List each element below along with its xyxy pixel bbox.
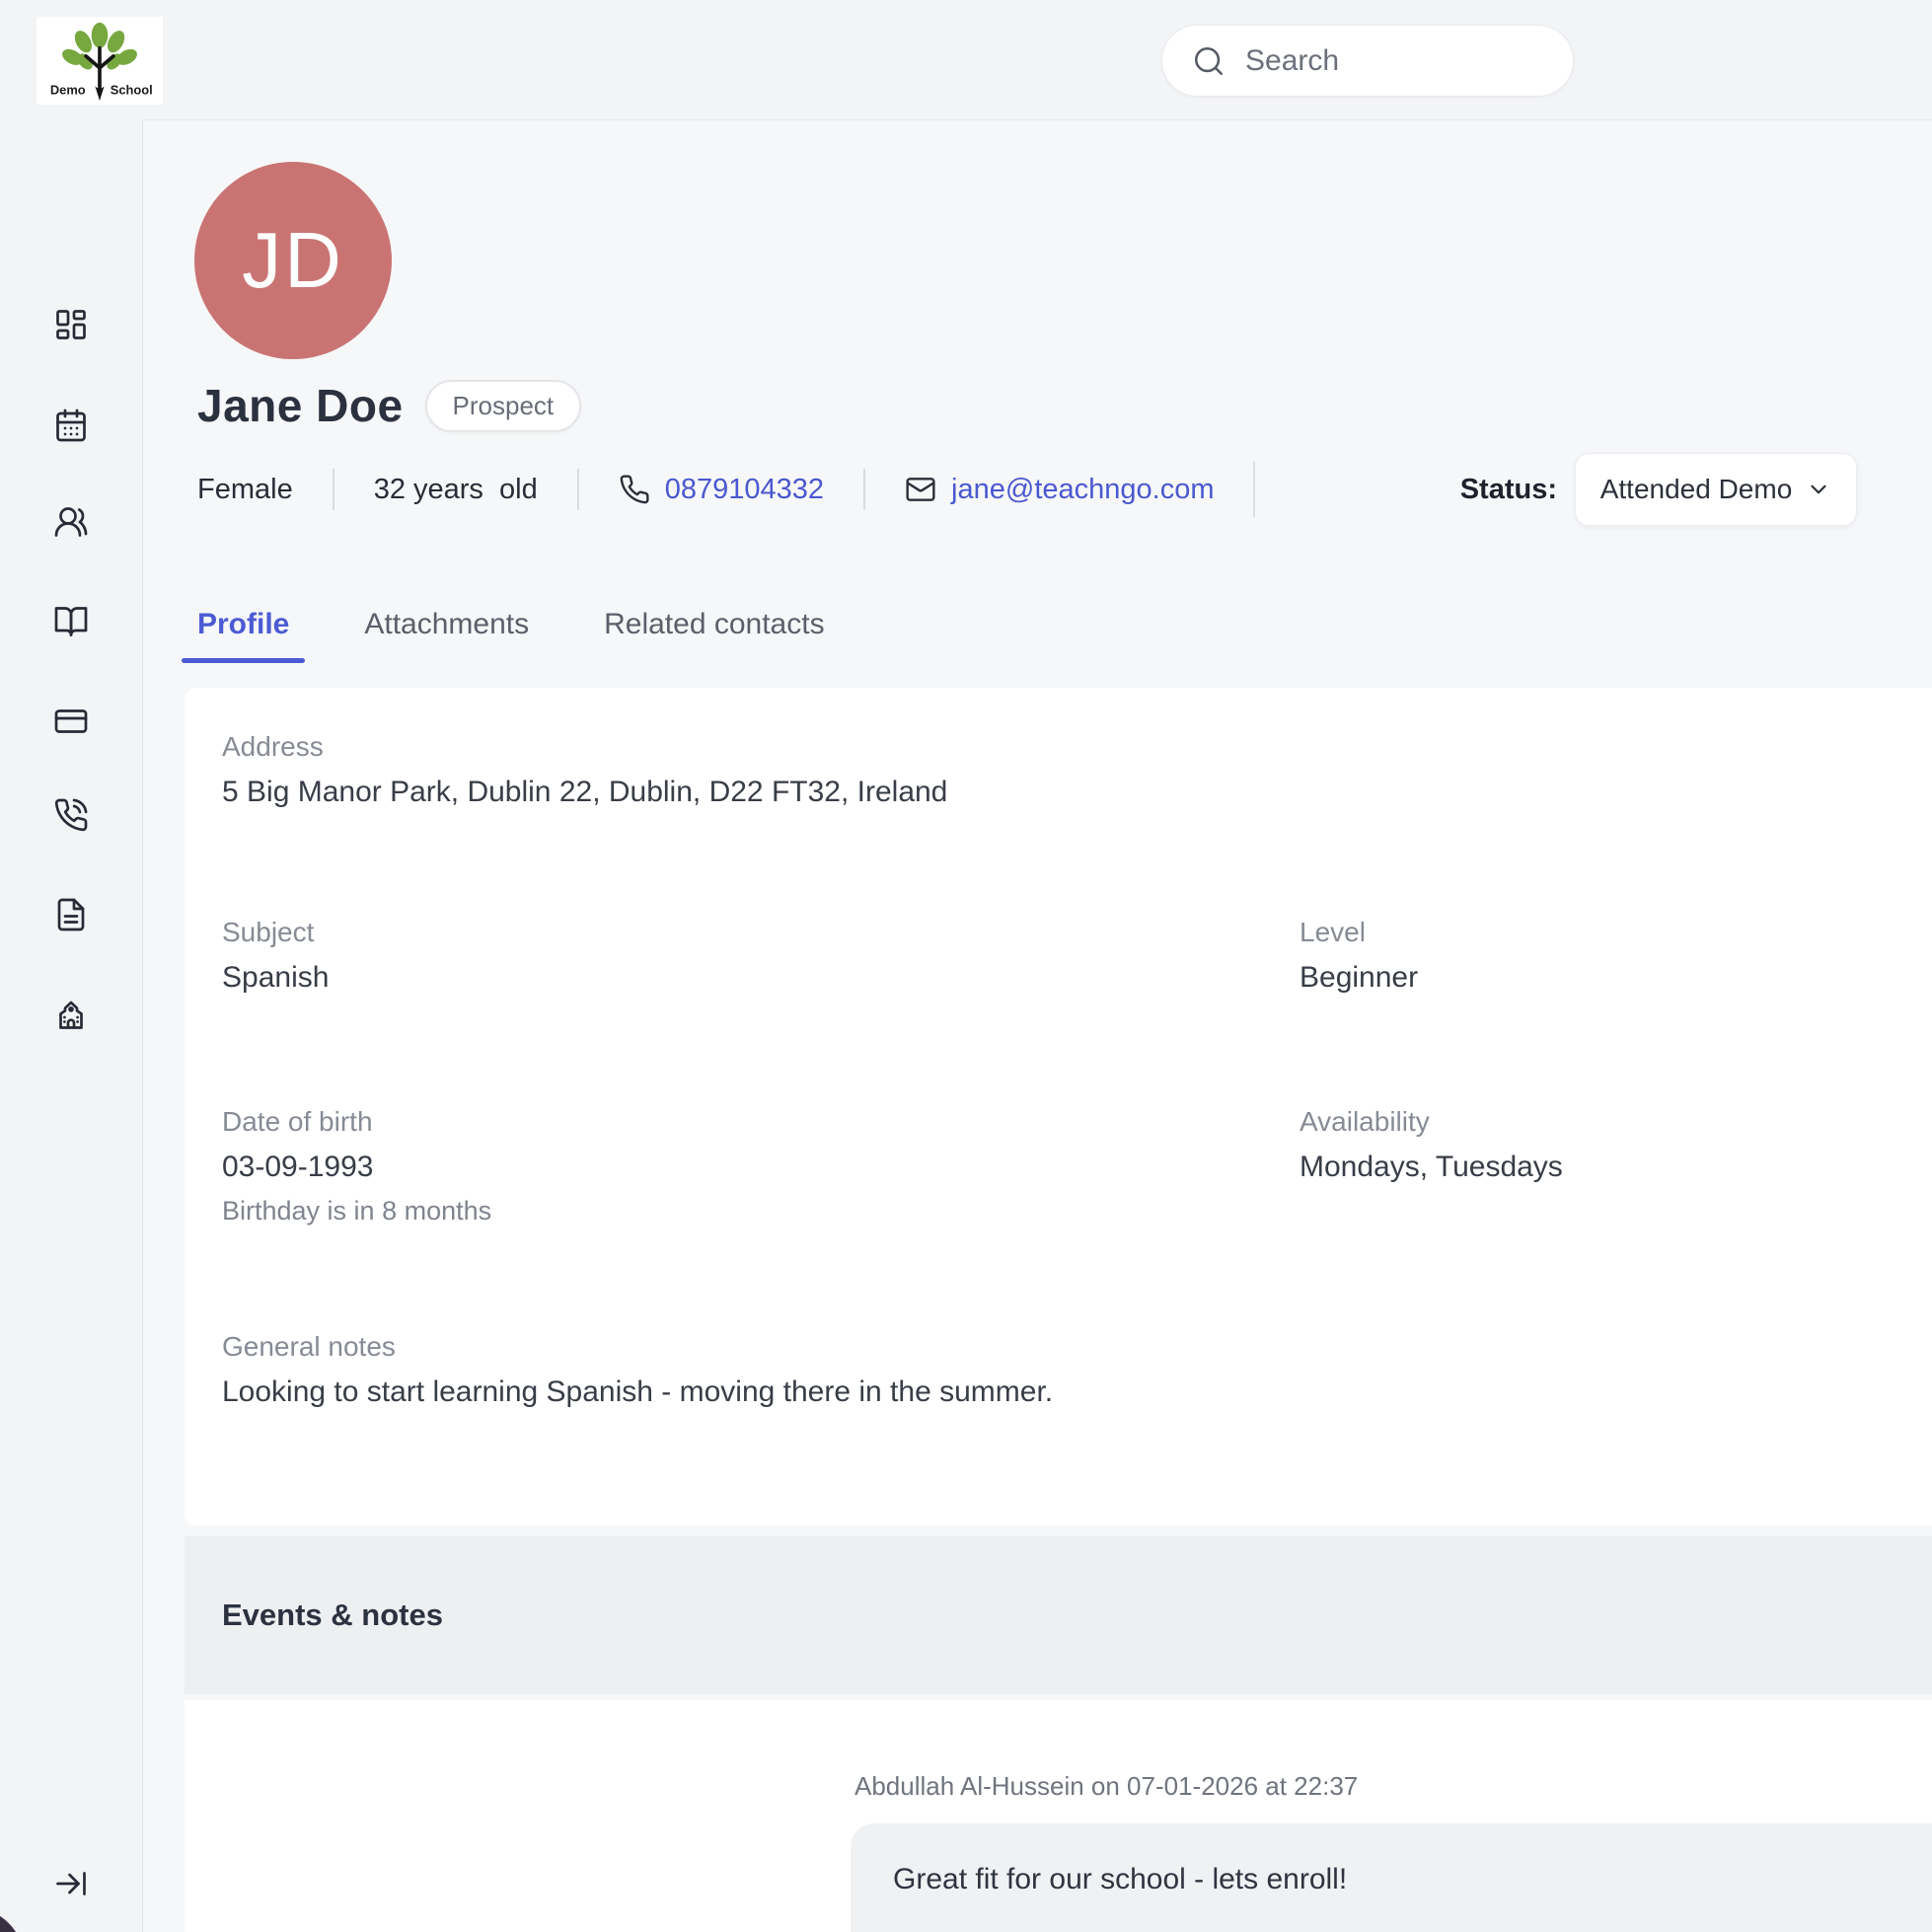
field-label: Subject [222,917,329,948]
contact-info-row: Female 32 years old 0879104332 jane@teac… [197,460,1932,519]
contacts-icon [53,504,89,540]
search-input[interactable] [1243,43,1523,79]
field-subject: Subject Spanish [222,917,329,995]
sidebar-item-calls[interactable] [51,795,91,835]
sidebar-item-dashboard[interactable] [51,305,91,344]
phone-call-icon [53,797,89,833]
profile-tabs: Profile Attachments Related contacts [197,602,825,663]
credit-card-icon [53,704,89,739]
comment-body: Great fit for our school - lets enroll! [893,1863,1932,1896]
file-text-icon [53,897,89,932]
top-bar: Demo School [0,0,1932,119]
field-label: Level [1300,917,1418,948]
divider [863,469,865,510]
field-label: Availability [1300,1106,1563,1138]
app-window: Demo School [0,0,1932,1932]
status-group: Status: Attended Demo [1460,453,1857,526]
status-badge-prospect: Prospect [425,380,582,432]
mail-icon [905,474,936,505]
tab-profile[interactable]: Profile [197,602,289,663]
divider [577,469,579,510]
birthday-note: Birthday is in 8 months [222,1196,491,1226]
field-address: Address 5 Big Manor Park, Dublin 22, Dub… [222,731,947,809]
sidebar-item-calendar[interactable] [51,406,91,445]
profile-header: Jane Doe Prospect [197,379,581,432]
events-notes-header: Events & notes [185,1536,1932,1694]
field-value: 03-09-1993 [222,1151,491,1184]
field-value: Spanish [222,961,329,995]
status-dropdown[interactable]: Attended Demo [1575,453,1857,526]
sidebar-item-documents[interactable] [51,895,91,934]
chevron-down-icon [1806,477,1831,502]
tab-attachments[interactable]: Attachments [364,602,529,663]
field-label: Address [222,731,947,763]
sidebar-nav [0,119,143,1932]
sidebar-item-school[interactable] [51,995,91,1034]
field-label: Date of birth [222,1106,491,1138]
sidebar-item-courses[interactable] [51,602,91,641]
field-general-notes: General notes Looking to start learning … [222,1331,1053,1409]
phone-link-group[interactable]: 0879104332 [619,474,824,506]
phone-icon [619,474,650,505]
events-notes-heading: Events & notes [222,1598,443,1633]
field-label: General notes [222,1331,1053,1363]
logo-text-right: School [111,82,153,97]
email-link[interactable]: jane@teachngo.com [951,474,1214,506]
field-value: Mondays, Tuesdays [1300,1151,1563,1184]
email-link-group[interactable]: jane@teachngo.com [905,474,1214,506]
events-notes-card: Abdullah Al-Hussein on 07-01-2026 at 22:… [185,1700,1932,1932]
collapse-sidebar-icon [53,1866,89,1901]
avatar-initials: JD [242,215,344,306]
school-logo[interactable]: Demo School [37,17,163,105]
comment-bubble: Great fit for our school - lets enroll! [851,1823,1932,1932]
comment-meta: Abdullah Al-Hussein on 07-01-2026 at 22:… [855,1771,1358,1802]
divider [333,469,334,510]
phone-link[interactable]: 0879104332 [665,474,824,506]
avatar: JD [194,162,392,359]
status-label: Status: [1460,474,1557,506]
search-icon [1192,44,1226,78]
sidebar-collapse-button[interactable] [51,1864,91,1903]
calendar-icon [53,408,89,443]
field-level: Level Beginner [1300,917,1418,995]
sidebar-item-contacts[interactable] [51,502,91,542]
tree-logo-icon: Demo School [41,21,158,102]
logo-text-left: Demo [50,82,86,97]
profile-details-card: Address 5 Big Manor Park, Dublin 22, Dub… [185,688,1932,1525]
field-value: Looking to start learning Spanish - movi… [222,1375,1053,1409]
field-date-of-birth: Date of birth 03-09-1993 Birthday is in … [222,1106,491,1226]
field-availability: Availability Mondays, Tuesdays [1300,1106,1563,1184]
school-building-icon [53,997,89,1032]
divider [1253,462,1255,517]
sidebar-item-billing[interactable] [51,702,91,741]
field-value: 5 Big Manor Park, Dublin 22, Dublin, D22… [222,776,947,809]
status-dropdown-value: Attended Demo [1600,474,1793,505]
main-content: JD Jane Doe Prospect Female 32 years old… [143,119,1932,1932]
tab-related-contacts[interactable]: Related contacts [604,602,824,663]
gender-value: Female [197,474,293,506]
field-value: Beginner [1300,961,1418,995]
age-value: 32 years old [374,474,538,506]
search-bar[interactable] [1161,25,1574,97]
page-title-contact-name: Jane Doe [197,379,404,432]
book-icon [53,604,89,639]
dashboard-icon [53,307,89,342]
